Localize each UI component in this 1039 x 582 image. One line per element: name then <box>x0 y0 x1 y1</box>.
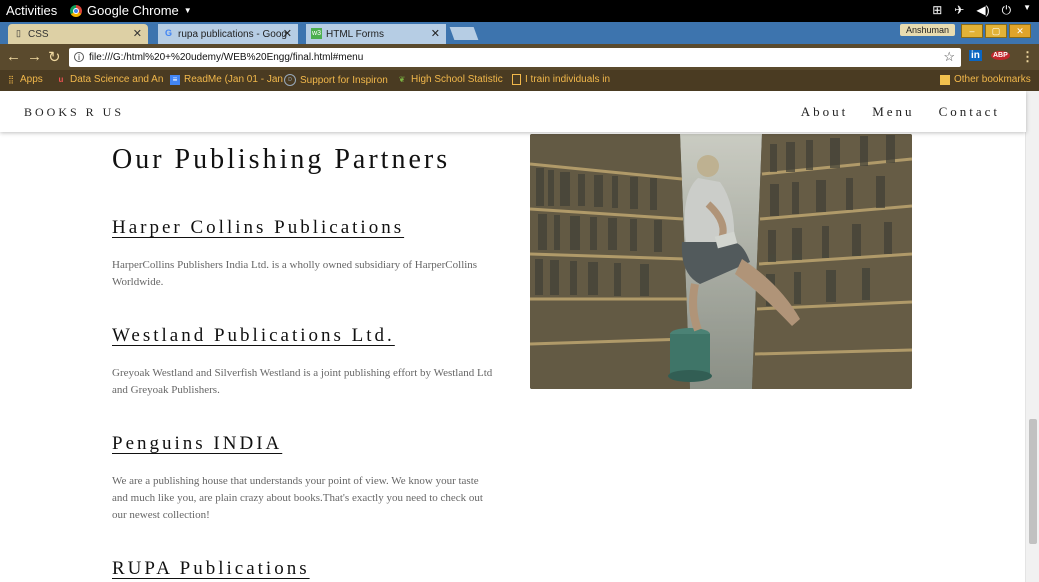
site-brand[interactable]: BOOKS R US <box>24 105 124 120</box>
publisher-link[interactable]: Westland Publications Ltd. <box>112 325 497 347</box>
w3schools-icon: w3 <box>311 28 322 39</box>
minimize-button[interactable]: – <box>961 24 983 38</box>
chevron-down-icon: ▼ <box>183 6 192 15</box>
volume-icon: ◀) <box>976 3 990 17</box>
linkedin-icon[interactable]: in <box>969 50 982 61</box>
bookmark-support-inspiron[interactable]: D Support for Inspiron <box>284 74 388 86</box>
publisher-link[interactable]: Penguins INDIA <box>112 433 497 455</box>
close-icon[interactable]: ✕ <box>133 27 142 40</box>
menu-kebab-icon[interactable]: ⋮ <box>1021 49 1034 65</box>
scrollbar-thumb[interactable] <box>1029 419 1037 544</box>
apps-grid-icon: ⣿ <box>8 74 14 84</box>
site-navbar: BOOKS R US About Menu Contact <box>0 91 1026 132</box>
page-title: Our Publishing Partners <box>112 144 451 175</box>
bookmark-apps[interactable]: ⣿ Apps <box>6 74 43 85</box>
document-icon: ▯ <box>16 28 21 38</box>
bookmark-high-school-statistics[interactable]: ❦ High School Statistic <box>397 74 503 85</box>
forward-button[interactable]: → <box>27 48 42 65</box>
tab-css[interactable]: ▯ CSS ✕ <box>8 24 148 44</box>
close-window-button[interactable]: ✕ <box>1009 24 1031 38</box>
publisher-description: Greyoak Westland and Silverfish Westland… <box>112 367 493 396</box>
web-page: Our Publishing Partners Harper Collins P… <box>0 91 1039 582</box>
page-content: Our Publishing Partners Harper Collins P… <box>0 91 1026 582</box>
library-photo-illustration <box>530 134 912 389</box>
info-icon[interactable]: i <box>74 52 84 62</box>
activities-button[interactable]: Activities <box>6 3 57 18</box>
tab-label: HTML Forms <box>326 28 384 40</box>
close-icon[interactable]: ✕ <box>283 27 292 40</box>
system-top-bar: Activities Google Chrome ▼ ⊞ ✈ ◀) ⏻ ▼ <box>0 0 1039 22</box>
app-menu[interactable]: Google Chrome ▼ <box>70 3 192 18</box>
publisher-link[interactable]: RUPA Publications <box>112 558 497 580</box>
app-name: Google Chrome <box>87 3 179 18</box>
address-bar[interactable]: i file:///G:/html%20+%20udemy/WEB%20Engg… <box>69 48 961 67</box>
library-photo <box>530 134 912 389</box>
publisher-description: We are a publishing house that understan… <box>112 475 483 521</box>
close-icon[interactable]: ✕ <box>431 27 440 40</box>
tab-label: CSS <box>28 28 49 40</box>
system-tray[interactable]: ⊞ ✈ ◀) ⏻ ▼ <box>932 3 1031 18</box>
tab-html-forms[interactable]: w3 HTML Forms ✕ <box>306 24 446 44</box>
nav-link-about[interactable]: About <box>801 104 849 120</box>
page-icon <box>512 74 521 85</box>
publisher-item: Harper Collins Publications HarperCollin… <box>112 217 497 291</box>
folder-icon <box>940 74 950 85</box>
site-nav-links: About Menu Contact <box>801 104 1000 120</box>
adblock-icon[interactable]: ABP <box>991 51 1010 60</box>
publisher-item: RUPA Publications <box>112 558 497 580</box>
publisher-link[interactable]: Harper Collins Publications <box>112 217 497 239</box>
leaf-icon: ❦ <box>398 74 406 84</box>
bookmark-train-individuals[interactable]: I train individuals in <box>512 74 610 85</box>
maximize-button[interactable]: ▢ <box>985 24 1007 38</box>
publisher-item: Westland Publications Ltd. Greyoak Westl… <box>112 325 497 399</box>
power-icon: ⏻ <box>1001 3 1012 17</box>
nav-link-menu[interactable]: Menu <box>872 104 914 120</box>
chevron-down-icon: ▼ <box>1023 3 1031 12</box>
publisher-item: Penguins INDIA We are a publishing house… <box>112 433 497 524</box>
tab-label: rupa publications - Goog <box>178 28 287 40</box>
url-text: file:///G:/html%20+%20udemy/WEB%20Engg/f… <box>89 52 364 63</box>
page-scrollbar[interactable] <box>1025 91 1039 582</box>
browser-toolbar: ← → ↻ i file:///G:/html%20+%20udemy/WEB%… <box>0 44 1039 70</box>
publisher-description: HarperCollins Publishers India Ltd. is a… <box>112 259 478 288</box>
dell-icon: D <box>284 74 296 86</box>
udemy-icon: u <box>58 74 64 84</box>
bookmark-data-science[interactable]: u Data Science and An <box>56 74 164 85</box>
airplane-icon: ✈ <box>954 3 965 17</box>
profile-button[interactable]: Anshuman <box>899 24 955 36</box>
network-icon: ⊞ <box>932 3 943 17</box>
google-icon: G <box>164 28 172 38</box>
bookmarks-bar: ⣿ Apps u Data Science and An ≡ ReadMe (Jan … <box>0 70 1039 91</box>
bookmark-other[interactable]: Other bookmarks <box>940 74 1031 85</box>
tab-rupa-search[interactable]: G rupa publications - Goog ✕ <box>158 24 298 44</box>
docs-icon: ≡ <box>170 74 180 85</box>
tab-strip: ▯ CSS ✕ G rupa publications - Goog ✕ w3 … <box>0 22 1039 44</box>
new-tab-button[interactable] <box>449 27 479 40</box>
bookmark-readme[interactable]: ≡ ReadMe (Jan 01 - Jan <box>170 74 283 85</box>
back-button[interactable]: ← <box>6 48 21 65</box>
chrome-icon <box>70 4 82 17</box>
nav-link-contact[interactable]: Contact <box>939 104 1000 120</box>
window-controls: – ▢ ✕ <box>961 24 1031 38</box>
reload-button[interactable]: ↻ <box>48 48 61 66</box>
bookmark-star-icon[interactable]: ☆ <box>943 49 955 65</box>
